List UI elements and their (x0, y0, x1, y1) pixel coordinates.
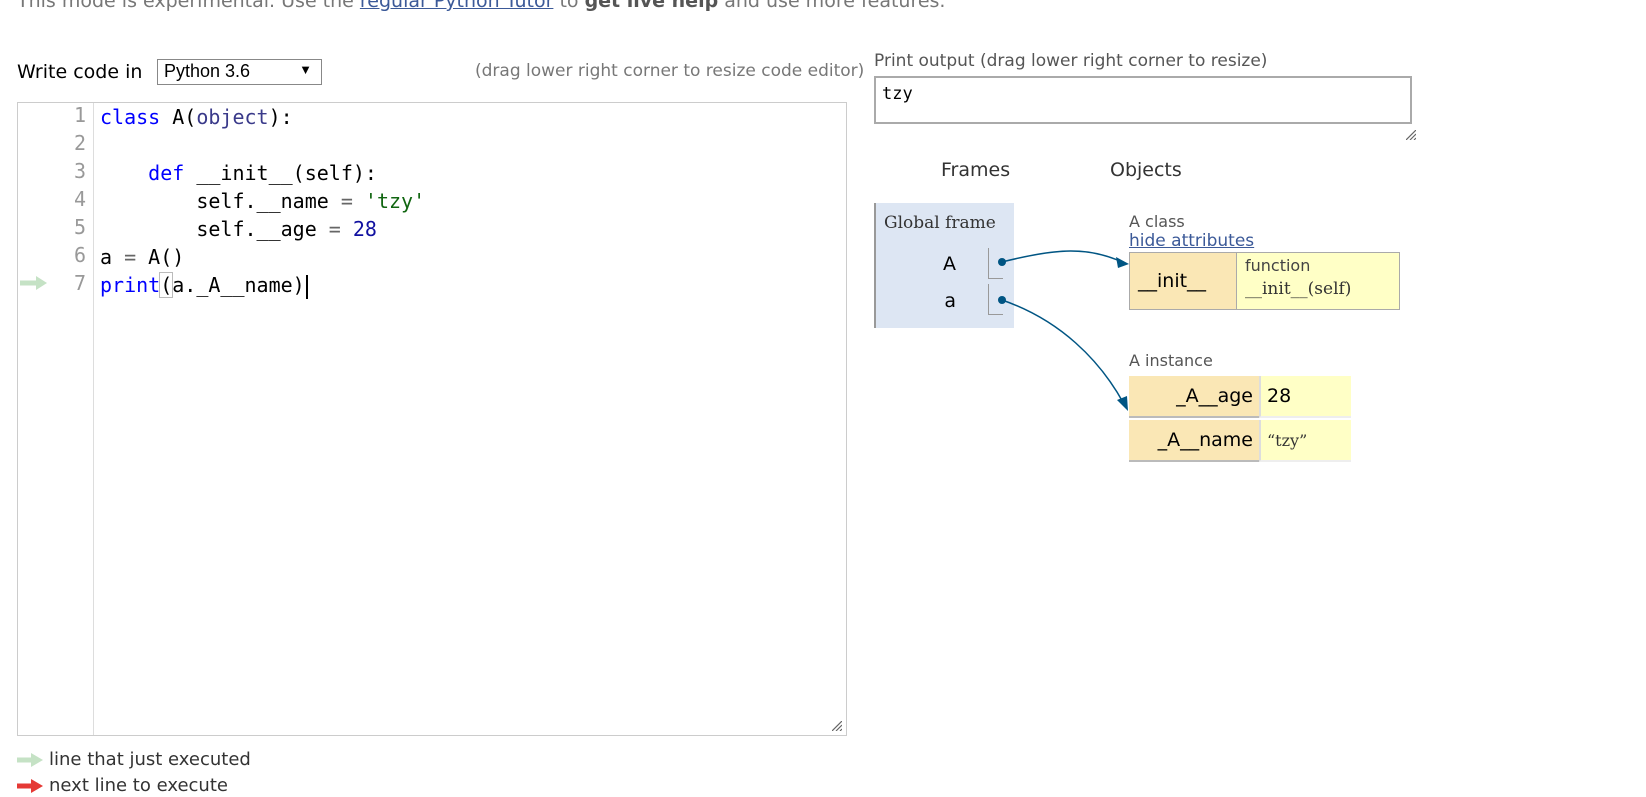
arrowhead-icon (1116, 257, 1129, 268)
pointer-arrow-a (1001, 299, 1125, 405)
reference-arrows (998, 250, 1129, 411)
arrowhead-icon (1117, 396, 1128, 411)
pointer-arrow-A (1001, 250, 1123, 263)
